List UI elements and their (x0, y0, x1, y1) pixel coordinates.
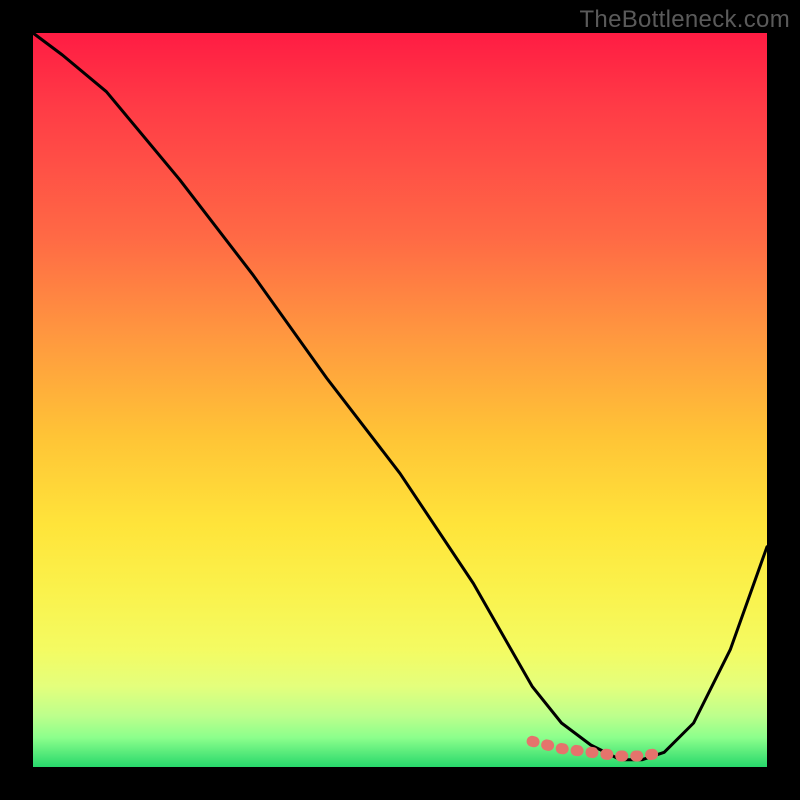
watermark-text: TheBottleneck.com (579, 6, 790, 34)
chart-svg (33, 33, 767, 767)
chart-plot-area (33, 33, 767, 767)
bottleneck-curve-path (33, 33, 767, 760)
chart-frame: TheBottleneck.com (0, 0, 800, 800)
